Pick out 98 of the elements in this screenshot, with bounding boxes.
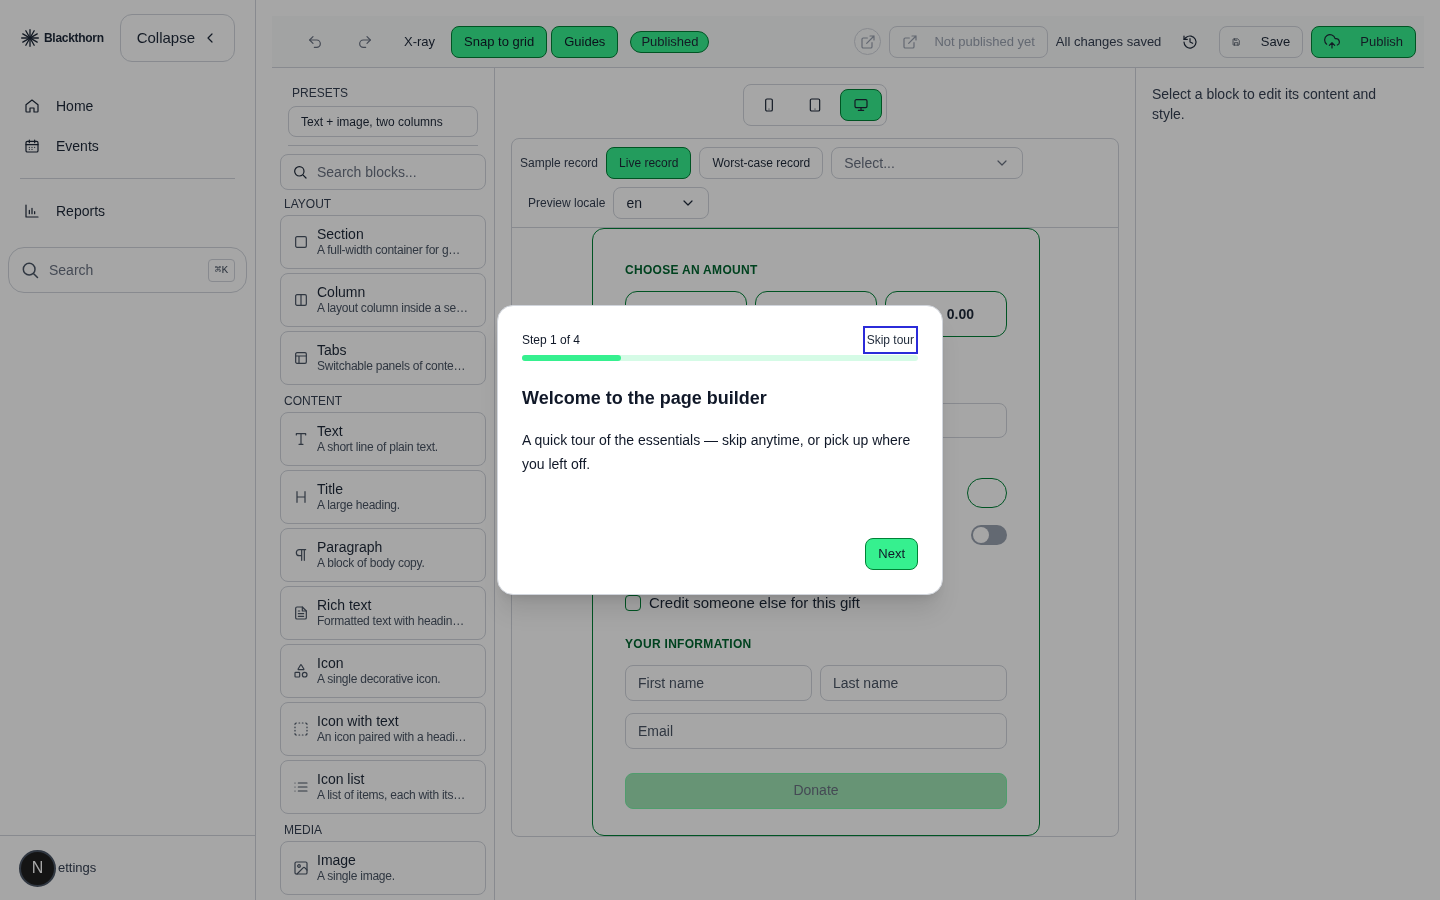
nav-link[interactable]: Home [20, 86, 235, 126]
block-title: Column [317, 283, 367, 302]
block-title: Section [317, 225, 365, 244]
block-title: Icon [317, 654, 345, 673]
input-field[interactable]: First name [625, 664, 812, 701]
calendar-icon [24, 138, 40, 154]
block-card[interactable]: Title A large heading. [280, 470, 486, 524]
toggle-button[interactable]: Guides [551, 25, 619, 58]
dialog-text: A quick tour of the essentials — skip anytime, or pick up where you left off. [522, 431, 912, 474]
block-card[interactable]: Rich text Formatted text with headin… [280, 586, 486, 640]
inspector-hint: Select a block to edit its content and style. [1152, 85, 1378, 124]
square-icon [293, 234, 309, 250]
history-icon [1182, 33, 1199, 50]
block-description: A block of body copy. [317, 556, 425, 572]
checkbox[interactable] [625, 595, 641, 612]
settings-link[interactable]: ettings [58, 858, 97, 878]
external-link-icon [902, 33, 919, 50]
block-title: Image [317, 851, 357, 870]
block-description: A full-width container for g… [317, 243, 461, 259]
nav-link[interactable]: Reports [20, 191, 235, 231]
field-label: Preview locale [528, 195, 606, 212]
heading-icon [293, 489, 309, 505]
monitor-icon [853, 97, 869, 113]
bar-chart-icon [24, 203, 40, 219]
block-title: Icon with text [317, 712, 400, 731]
record-select[interactable]: Select... [831, 147, 1024, 179]
shortcut-hint: ⌘K [207, 259, 235, 282]
avatar[interactable]: N [19, 849, 56, 887]
search-field[interactable]: Search blocks... [280, 154, 486, 190]
external-link-icon [859, 33, 876, 50]
skip-tour-link[interactable]: Skip tour [862, 326, 918, 354]
desktop-view-button[interactable] [840, 89, 882, 121]
save-status: All changes saved [1055, 32, 1162, 51]
section-heading: YOUR INFORMATION [625, 635, 753, 653]
block-title: Rich text [317, 596, 373, 615]
pilcrow-icon [293, 547, 309, 563]
block-card[interactable]: Paragraph A block of body copy. [280, 528, 486, 582]
block-card[interactable]: Icon with text An icon paired with a headi… [280, 702, 486, 756]
columns-icon [293, 292, 309, 308]
block-description: Switchable panels of conte… [317, 359, 466, 375]
toggle-button[interactable]: Snap to grid [451, 25, 548, 58]
checkbox-label: Credit someone else for this gift [649, 593, 860, 613]
save-button[interactable]: Save [1219, 25, 1304, 58]
status-badge: Published [630, 30, 710, 53]
block-card[interactable]: Icon list A list of items, each with its… [280, 760, 486, 814]
block-title: Paragraph [317, 538, 384, 557]
section-label: CONTENT [283, 393, 343, 409]
collapse-button[interactable]: Collapse [119, 14, 235, 62]
shapes-icon [293, 663, 309, 679]
block-title: Tabs [317, 341, 348, 360]
input-field[interactable]: Email [625, 712, 1007, 749]
type-icon [293, 431, 309, 447]
locale-select[interactable]: en [613, 187, 710, 219]
block-description: An icon paired with a headi… [317, 730, 467, 746]
step-counter: Step 1 of 4 [522, 332, 581, 349]
document-icon [293, 605, 309, 621]
input-field[interactable]: Last name [820, 664, 1007, 701]
tablet-icon [807, 97, 823, 113]
record-option[interactable]: Worst-case record [699, 147, 824, 179]
block-description: A large heading. [317, 498, 400, 514]
block-card[interactable]: Column A layout column inside a se… [280, 273, 486, 327]
section-label: MEDIA [283, 822, 323, 838]
block-card[interactable]: Image A single image. [280, 841, 486, 895]
dialog-title: Welcome to the page builder [522, 387, 768, 410]
undo-icon [307, 33, 323, 50]
block-card[interactable]: Text A short line of plain text. [280, 412, 486, 466]
block-card[interactable]: Tabs Switchable panels of conte… [280, 331, 486, 385]
block-title: Icon list [317, 770, 366, 789]
block-description: A single image. [317, 869, 395, 885]
block-title: Title [317, 480, 344, 499]
block-card[interactable]: Section A full-width container for g… [280, 215, 486, 269]
search-icon [292, 164, 308, 180]
preset-button[interactable]: Text + image, two columns [288, 106, 478, 137]
redo-icon [357, 33, 373, 50]
field-label: Sample record [520, 155, 599, 172]
block-description: A list of items, each with its… [317, 788, 465, 804]
section-heading: CHOOSE AN AMOUNT [625, 262, 759, 279]
section-label: LAYOUT [283, 196, 333, 212]
block-description: Formatted text with headin… [317, 614, 464, 630]
image-icon [293, 860, 309, 876]
cloud-upload-icon [1324, 33, 1341, 50]
publish-button[interactable]: Publish [1311, 25, 1416, 58]
record-option[interactable]: Live record [606, 147, 692, 179]
toggle-switch[interactable] [971, 525, 1007, 545]
block-card[interactable]: Icon A single decorative icon. [280, 644, 486, 698]
brand-name: Blackthorn [44, 30, 104, 47]
block-title: Text [317, 422, 344, 441]
search-icon [20, 260, 40, 280]
block-description: A layout column inside a se… [317, 301, 468, 317]
nav-link[interactable]: Events [20, 126, 235, 166]
xray-button[interactable]: X-ray [392, 25, 448, 58]
logo-icon [20, 28, 40, 48]
next-button[interactable]: Next [865, 538, 918, 570]
section-label: PRESETS [291, 85, 349, 102]
block-description: A short line of plain text. [317, 440, 438, 456]
home-icon [24, 98, 40, 114]
panels-icon [293, 350, 309, 366]
block-description: A single decorative icon. [317, 672, 441, 688]
